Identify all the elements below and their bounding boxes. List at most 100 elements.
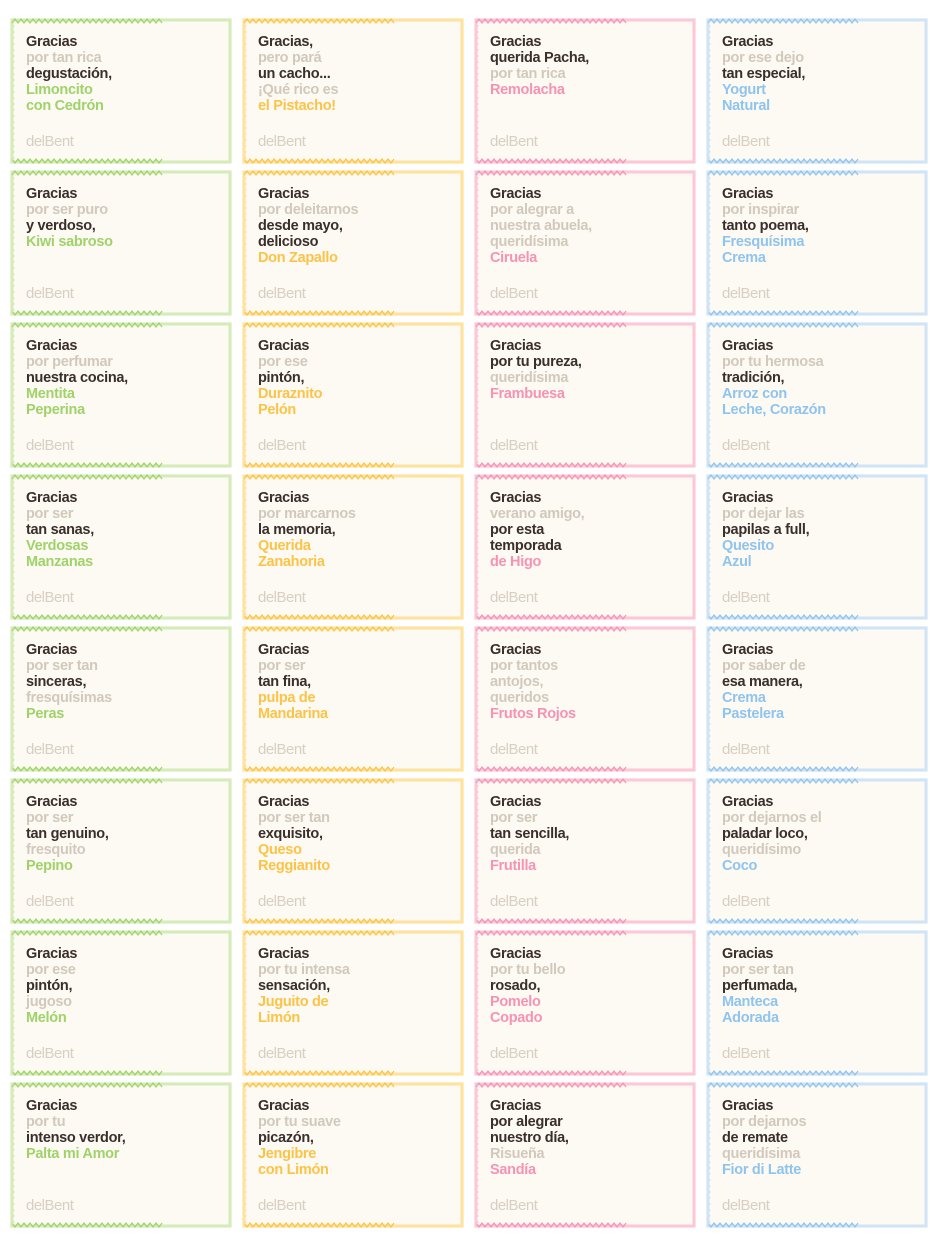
message-line: Gracias [26,186,78,202]
label-message: Gracias por ser tan fina, pulpa de Mandarina [258,642,408,722]
message-line: un cacho... [258,66,331,82]
message-line: por tu [26,1114,66,1130]
message-line: por marcarnos [258,506,356,522]
brand-logo: delBent [258,285,306,302]
message-line: por dejarnos [722,1114,807,1130]
brand-logo: delBent [258,741,306,758]
message-line: Jengibre [258,1146,317,1162]
label-message: Gracias por deleitarnos desde mayo, delicio… [258,186,408,266]
label-message: Gracias por ese dejo tan especial, Yogurt Na… [722,34,872,114]
message-line: Natural [722,98,770,114]
label-message: Gracias por ser puro y verdoso, Kiwi sabros… [26,186,176,250]
message-line: Querida [258,538,311,554]
label-message: Gracias por ser tan perfumada, Manteca Adora… [722,946,872,1026]
message-line: Gracias [722,946,774,962]
thank-you-label: Gracias por ser tan exquisito, Queso Reggian… [242,778,464,924]
message-line: por inspirar [722,202,799,218]
message-line: picazón, [258,1130,314,1146]
message-line: Gracias, [258,34,313,50]
label-message: Gracias por alegrar a nuestra abuela, queri… [490,186,640,266]
message-line: Gracias [722,490,774,506]
message-line: Gracias [258,794,310,810]
label-message: Gracias por dejar las papilas a full, Quesi… [722,490,872,570]
message-line: Yogurt [722,82,766,98]
label-message: Gracias, pero pará un cacho... ¡Qué rico es… [258,34,408,114]
message-line: con Cedrón [26,98,104,114]
message-line: Azul [722,554,752,570]
thank-you-label: Gracias por alegrar nuestro día, Risueña San… [474,1082,696,1228]
brand-logo: delBent [722,893,770,910]
message-line: por perfumar [26,354,113,370]
message-line: nuestro día, [490,1130,569,1146]
message-line: Gracias [26,642,78,658]
message-line: por dejarnos el [722,810,822,826]
message-line: por tantos [490,658,558,674]
brand-logo: delBent [490,1197,538,1214]
thank-you-label: Gracias por inspirar tanto poema, Fresquísi… [706,170,928,316]
message-line: Remolacha [490,82,565,98]
thank-you-label: Gracias por ese pintón, jugoso Melón delBent [10,930,232,1076]
message-line: Gracias [722,186,774,202]
message-line: por ese dejo [722,50,804,66]
thank-you-label: Gracias por tu intenso verdor, Palta mi Amo… [10,1082,232,1228]
message-line: tan sencilla, [490,826,570,842]
message-line: pero pará [258,50,322,66]
message-line: Limón [258,1010,300,1026]
label-message: Gracias por tu pureza, queridísima Frambues… [490,338,640,402]
thank-you-label: Gracias, pero pará un cacho... ¡Qué rico es… [242,18,464,164]
thank-you-label: Gracias por tu suave picazón, Jengibre con L… [242,1082,464,1228]
message-line: Gracias [26,794,78,810]
message-line: queridísima [722,1146,801,1162]
brand-logo: delBent [26,285,74,302]
message-line: Pomelo [490,994,541,1010]
message-line: Verdosas [26,538,89,554]
thank-you-label: Gracias por tu bello rosado, Pomelo Copado de… [474,930,696,1076]
message-line: Don Zapallo [258,250,338,266]
brand-logo: delBent [490,285,538,302]
message-line: tan sanas, [26,522,94,538]
message-line: desde mayo, [258,218,343,234]
message-line: por tu suave [258,1114,341,1130]
label-message: Gracias por ese pintón, jugoso Melón [26,946,176,1026]
label-message: Gracias por dejarnos el paladar loco, queri… [722,794,872,874]
message-line: perfumada, [722,978,798,994]
label-message: Gracias por tu hermosa tradición, Arroz con… [722,338,872,418]
thank-you-label: Gracias por tan rica degustación, Limoncito… [10,18,232,164]
message-line: sensación, [258,978,330,994]
message-line: Manzanas [26,554,93,570]
message-line: Gracias [258,338,310,354]
message-line: Risueña [490,1146,545,1162]
message-line: sinceras, [26,674,87,690]
thank-you-label: Gracias por tu hermosa tradición, Arroz con… [706,322,928,468]
label-message: Gracias por saber de esa manera, Crema Paste… [722,642,872,722]
label-message: Gracias por tantos antojos, queridos Frutos … [490,642,640,722]
thank-you-label: Gracias por saber de esa manera, Crema Paste… [706,626,928,772]
message-line: Arroz con [722,386,787,402]
message-line: Pepino [26,858,73,874]
label-message: Gracias por marcarnos la memoria, Querida Za… [258,490,408,570]
message-line: delicioso [258,234,319,250]
thank-you-label: Gracias por tu intensa sensación, Juguito d… [242,930,464,1076]
message-line: nuestra cocina, [26,370,128,386]
message-line: Pelón [258,402,296,418]
message-line: Gracias [490,1098,542,1114]
thank-you-label: Gracias por ser tan sencilla, querida Frutil… [474,778,696,924]
message-line: con Limón [258,1162,329,1178]
label-message: Gracias por perfumar nuestra cocina, Mentit… [26,338,176,418]
message-line: Gracias [722,34,774,50]
message-line: jugoso [26,994,72,1010]
thank-you-label: Gracias por tu pureza, queridísima Frambues… [474,322,696,468]
message-line: Frutilla [490,858,536,874]
brand-logo: delBent [722,437,770,454]
label-message: Gracias por ser tan exquisito, Queso Reggian… [258,794,408,874]
message-line: por ser [26,810,74,826]
message-line: Copado [490,1010,543,1026]
thank-you-label: Gracias por ser tan genuino, fresquito Pepin… [10,778,232,924]
brand-logo: delBent [258,1045,306,1062]
label-message: Gracias por ser tan sanas, Verdosas Manzanas [26,490,176,570]
message-line: Gracias [26,1098,78,1114]
message-line: por ser [258,658,306,674]
message-line: Palta mi Amor [26,1146,120,1162]
thank-you-label: Gracias por ese pintón, Duraznito Pelón delBe… [242,322,464,468]
brand-logo: delBent [26,741,74,758]
